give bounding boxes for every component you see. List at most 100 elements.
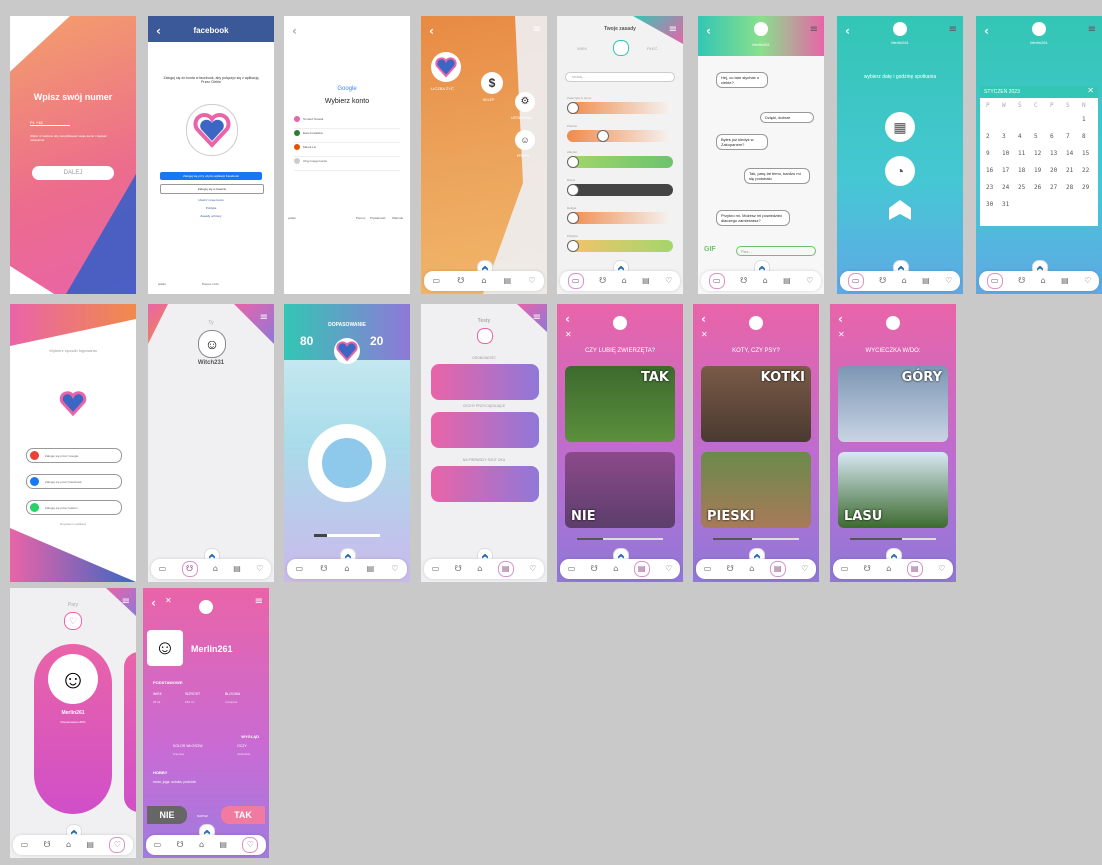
clipboard-icon[interactable]: ▤ xyxy=(642,277,650,285)
chat-icon[interactable]: ▭ xyxy=(432,565,440,573)
calendar-day[interactable]: 4 xyxy=(1018,133,1022,140)
heart-icon[interactable]: ♡ xyxy=(529,565,536,573)
clipboard-icon[interactable]: ▤ xyxy=(497,561,514,577)
avatar[interactable] xyxy=(749,316,763,330)
calendar-button[interactable]: ▦ xyxy=(885,112,915,142)
avatar[interactable] xyxy=(886,316,900,330)
chat-icon[interactable]: ▭ xyxy=(296,565,304,573)
clipboard-icon[interactable]: ▤ xyxy=(504,277,512,285)
home-icon[interactable]: ⌂ xyxy=(613,565,618,573)
back-icon[interactable]: ‹ xyxy=(565,312,570,326)
rule-slider[interactable] xyxy=(567,156,673,168)
chat-icon[interactable]: ▭ xyxy=(159,565,167,573)
rule-slider[interactable] xyxy=(567,184,673,196)
settings-button[interactable]: ⚙ xyxy=(515,92,535,112)
chat-icon[interactable]: ▭ xyxy=(847,273,864,289)
terms-link[interactable]: Regulamin aplikacji xyxy=(10,522,136,526)
heart-icon[interactable]: ♡ xyxy=(64,612,82,630)
help-link[interactable]: Pomoc i info xyxy=(202,282,219,286)
rule-slider[interactable] xyxy=(567,240,673,252)
answer-photo-cats[interactable]: KOTKI xyxy=(701,366,811,442)
clipboard-icon[interactable]: ▤ xyxy=(219,841,227,849)
phone-prefix[interactable]: PL +48 xyxy=(30,120,70,126)
home-icon[interactable]: ⌂ xyxy=(481,277,486,285)
other-account-item[interactable]: Użyj innego konta xyxy=(294,158,400,171)
back-icon[interactable]: ‹ xyxy=(151,596,156,610)
calendar-day[interactable]: 1 xyxy=(1082,116,1086,123)
mask-icon[interactable]: ☋ xyxy=(44,841,51,849)
home-icon[interactable]: ⌂ xyxy=(622,277,627,285)
close-icon[interactable]: ✕ xyxy=(565,330,572,339)
home-icon[interactable]: ⌂ xyxy=(763,277,768,285)
calendar-day[interactable]: 22 xyxy=(1082,167,1089,174)
menu-icon[interactable]: ≡ xyxy=(810,24,818,35)
back-icon[interactable]: ‹ xyxy=(701,312,706,326)
calendar-day[interactable]: 14 xyxy=(1066,150,1073,157)
tab-age[interactable]: WIEK xyxy=(577,46,587,51)
account-item[interactable]: Tomasz Nowak xyxy=(294,116,400,129)
clipboard-icon[interactable]: ▤ xyxy=(906,561,923,577)
footer-link[interactable]: Warunki xyxy=(392,216,403,220)
heart-icon[interactable]: ♡ xyxy=(665,277,672,285)
mask-icon[interactable]: ☋ xyxy=(727,565,734,573)
answer-photo-mountains[interactable]: GÓRY xyxy=(838,366,948,442)
chat-icon[interactable]: ▭ xyxy=(567,273,584,289)
calendar-day[interactable]: 11 xyxy=(1018,150,1025,157)
avatar[interactable] xyxy=(613,316,627,330)
profile-button[interactable]: ☺ xyxy=(515,130,535,150)
phone-login-button[interactable]: Zaloguj się przez telefon xyxy=(26,500,122,515)
calendar-day[interactable]: 9 xyxy=(986,150,990,157)
heart-icon[interactable]: ♡ xyxy=(665,565,672,573)
footer-link[interactable]: Prywatność xyxy=(370,216,386,220)
language-select[interactable]: polski xyxy=(158,282,166,286)
avatar[interactable]: ☺ xyxy=(198,330,226,358)
confirm-button[interactable] xyxy=(889,200,911,220)
accept-button[interactable]: TAK xyxy=(221,806,265,824)
heart-icon[interactable]: ♡ xyxy=(1084,277,1091,285)
heart-icon[interactable]: ♡ xyxy=(242,837,259,853)
mask-icon[interactable]: ☋ xyxy=(864,565,871,573)
calendar-day[interactable]: 3 xyxy=(1002,133,1006,140)
calendar-day[interactable]: 8 xyxy=(1082,133,1086,140)
fb-browser-login-button[interactable]: Zaloguj się w kwiecie xyxy=(160,184,264,194)
calendar-day[interactable]: 21 xyxy=(1066,167,1073,174)
calendar-day[interactable]: 30 xyxy=(986,201,993,208)
calendar-day[interactable]: 17 xyxy=(1002,167,1009,174)
back-icon[interactable]: ‹ xyxy=(845,24,850,38)
back-icon[interactable]: ‹ xyxy=(292,24,297,38)
chat-icon[interactable]: ▭ xyxy=(568,565,576,573)
chat-icon[interactable]: ▭ xyxy=(433,277,441,285)
facebook-login-button[interactable]: Zaloguj się przez Facebook xyxy=(26,474,122,489)
avatar[interactable] xyxy=(1032,22,1046,36)
reject-button[interactable]: NIE xyxy=(147,806,187,824)
home-icon[interactable]: ⌂ xyxy=(344,565,349,573)
clipboard-icon[interactable] xyxy=(477,328,493,344)
calendar-day[interactable]: 25 xyxy=(1018,184,1025,191)
calendar-day[interactable]: 12 xyxy=(1034,150,1041,157)
home-icon[interactable]: ⌂ xyxy=(749,565,754,573)
home-icon[interactable]: ⌂ xyxy=(1041,277,1046,285)
google-login-button[interactable]: Zaloguj się przez Google xyxy=(26,448,122,463)
answer-photo-no[interactable]: NIE xyxy=(565,452,675,528)
chat-icon[interactable]: ▭ xyxy=(841,565,849,573)
home-icon[interactable]: ⌂ xyxy=(477,565,482,573)
calendar-day[interactable]: 18 xyxy=(1018,167,1025,174)
test-card[interactable] xyxy=(431,364,539,400)
test-card[interactable] xyxy=(431,466,539,502)
chat-icon[interactable]: ▭ xyxy=(704,565,712,573)
heart-icon[interactable]: ♡ xyxy=(391,565,398,573)
calendar-day[interactable]: 13 xyxy=(1050,150,1057,157)
calendar-day[interactable]: 28 xyxy=(1066,184,1073,191)
calendar-day[interactable]: 10 xyxy=(1002,150,1009,157)
clipboard-icon[interactable]: ▤ xyxy=(922,277,930,285)
mask-icon[interactable]: ☋ xyxy=(879,277,886,285)
back-icon[interactable]: ‹ xyxy=(429,24,434,38)
calendar-day[interactable]: 7 xyxy=(1066,133,1070,140)
menu-icon[interactable]: ≡ xyxy=(1088,24,1096,35)
fb-app-login-button[interactable]: Zaloguj się przy użyciu aplikacji Facebo… xyxy=(160,172,262,180)
message-input[interactable]: Pisz... xyxy=(736,246,816,256)
heart-icon[interactable]: ♡ xyxy=(256,565,263,573)
rules-link[interactable]: Zasady ochrony xyxy=(148,214,274,218)
close-icon[interactable]: ✕ xyxy=(701,330,708,339)
menu-icon[interactable]: ≡ xyxy=(533,24,541,35)
